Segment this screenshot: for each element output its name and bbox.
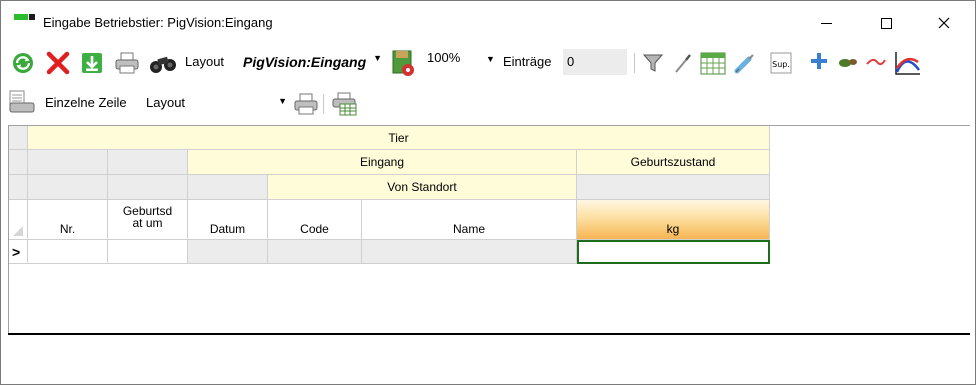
- row-header-cell: [9, 150, 28, 175]
- sup-icon: Sup.: [770, 52, 792, 74]
- delete-button[interactable]: [45, 50, 71, 76]
- detail-panel: [8, 335, 970, 379]
- chart-button[interactable]: [893, 49, 923, 77]
- select-all-cell[interactable]: [9, 200, 28, 240]
- group-header-eingang: Eingang: [188, 150, 577, 175]
- table-settings-icon: [332, 92, 357, 116]
- grid-corner-cell: [9, 126, 28, 150]
- row-layout-dropdown[interactable]: Layout ▼: [141, 92, 289, 114]
- minimize-icon: [820, 22, 832, 24]
- data-grid[interactable]: Tier Eingang Geburtszustand Von Standort…: [8, 125, 970, 335]
- add-button[interactable]: [807, 49, 831, 73]
- window-title: Eingabe Betriebstier: PigVision:Eingang: [43, 15, 273, 30]
- weight-curve-button[interactable]: [863, 51, 889, 73]
- app-window: Eingabe Betriebstier: PigVision:Eingang: [0, 0, 976, 385]
- zoom-dropdown-icon[interactable]: ▼: [486, 54, 495, 64]
- new-row-indicator[interactable]: >: [9, 240, 28, 264]
- layout-dropdown[interactable]: PigVision:Eingang ▼: [236, 51, 384, 73]
- row-layout-dropdown-value: Layout: [146, 95, 186, 110]
- search-button[interactable]: [148, 51, 178, 75]
- add-icon: [811, 53, 827, 69]
- title-bar: Eingabe Betriebstier: PigVision:Eingang: [1, 1, 975, 43]
- single-row-print-icon: [9, 90, 35, 113]
- binoculars-icon: [150, 56, 176, 73]
- save-down-icon: [82, 53, 102, 73]
- app-logo-icon: [14, 14, 36, 20]
- column-header-geburtsdatum-label: Geburtsdat um: [122, 203, 173, 230]
- entries-label: Einträge: [503, 54, 552, 69]
- wrench-icon: [675, 54, 691, 73]
- print-icon: [115, 52, 139, 74]
- secondary-toolbar: Einzelne Zeile Layout ▼: [1, 86, 975, 120]
- sup-button[interactable]: Sup.: [769, 51, 793, 75]
- syringe-icon: [734, 54, 754, 74]
- tools-button[interactable]: [671, 51, 695, 75]
- table-settings-button[interactable]: [331, 91, 359, 117]
- group-header-empty: [108, 175, 188, 200]
- print-icon: [294, 93, 318, 115]
- group-header-empty: [188, 175, 268, 200]
- group-header-empty: [577, 175, 770, 200]
- delete-icon: [46, 51, 70, 75]
- minimize-button[interactable]: [803, 7, 849, 39]
- group-header-empty: [28, 175, 108, 200]
- animal-button[interactable]: [835, 51, 861, 75]
- maximize-button[interactable]: [863, 7, 909, 39]
- close-icon: [938, 17, 950, 29]
- corner-triangle-icon: [13, 226, 23, 236]
- cell-datum[interactable]: [188, 240, 268, 264]
- toolbar-separator: [323, 94, 324, 114]
- weight-curve-icon: [866, 58, 886, 66]
- column-header-name[interactable]: Name: [362, 200, 577, 240]
- save-button[interactable]: [80, 51, 104, 75]
- main-toolbar: Layout PigVision:Eingang ▼ 100% ▼ Einträ…: [1, 45, 975, 79]
- layout-settings-button[interactable]: [389, 49, 417, 77]
- group-header-tier: Tier: [28, 126, 770, 150]
- layout-dropdown-value: PigVision:Eingang: [243, 54, 367, 70]
- cell-code[interactable]: [268, 240, 362, 264]
- animal-icon: [839, 59, 857, 67]
- treatment-button[interactable]: [733, 51, 757, 75]
- chevron-down-icon: ▼: [373, 53, 382, 63]
- maximize-icon: [880, 17, 892, 29]
- row-print-button[interactable]: [293, 92, 319, 116]
- refresh-button[interactable]: [11, 51, 35, 75]
- svg-text:Sup.: Sup.: [772, 60, 790, 69]
- column-header-datum[interactable]: Datum: [188, 200, 268, 240]
- group-header-geburtszustand: Geburtszustand: [577, 150, 770, 175]
- filter-icon: [642, 54, 664, 72]
- single-row-label: Einzelne Zeile: [45, 95, 127, 110]
- print-button[interactable]: [114, 51, 140, 75]
- row-header-cell: [9, 175, 28, 200]
- zoom-value[interactable]: 100%: [427, 50, 460, 65]
- layout-settings-icon: [392, 50, 414, 76]
- filter-button[interactable]: [641, 51, 665, 75]
- calendar-icon: [700, 52, 726, 75]
- cell-kg-selected[interactable]: [577, 240, 770, 264]
- cell-nr[interactable]: [28, 240, 108, 264]
- refresh-icon: [13, 53, 33, 73]
- close-button[interactable]: [921, 7, 967, 39]
- single-row-print-button[interactable]: [7, 90, 37, 116]
- column-header-kg[interactable]: kg: [577, 200, 770, 240]
- entries-count-field[interactable]: 0: [563, 49, 627, 75]
- group-header-empty: [108, 150, 188, 175]
- toolbar-separator: [634, 53, 635, 73]
- calendar-button[interactable]: [699, 50, 727, 76]
- column-header-code[interactable]: Code: [268, 200, 362, 240]
- column-header-nr[interactable]: Nr.: [28, 200, 108, 240]
- chevron-down-icon: ▼: [278, 96, 287, 106]
- group-header-empty: [28, 150, 108, 175]
- cell-name[interactable]: [362, 240, 577, 264]
- column-header-geburtsdatum[interactable]: Geburtsdat um: [108, 200, 188, 240]
- group-header-von-standort: Von Standort: [268, 175, 577, 200]
- chart-curve-icon: [895, 52, 921, 75]
- cell-geburtsdatum[interactable]: [108, 240, 188, 264]
- layout-label: Layout: [185, 54, 225, 69]
